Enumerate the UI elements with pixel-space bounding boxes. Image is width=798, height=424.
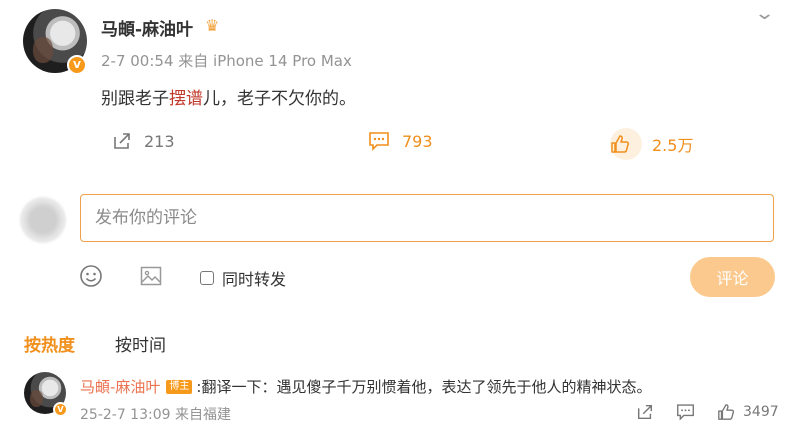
comment-reply-icon[interactable] [676, 403, 695, 421]
current-user-avatar [20, 197, 66, 243]
post-content: 别跟老子摆谱儿，老子不欠你的。 [101, 84, 356, 109]
tab-sort-time[interactable]: 按时间 [115, 331, 166, 356]
like-count: 2.5万 [652, 136, 694, 155]
comment-like-button[interactable]: 3497 [717, 403, 779, 421]
comment-button[interactable]: 793 [368, 131, 433, 151]
comment-input[interactable] [80, 194, 774, 242]
repost-count: 213 [144, 131, 175, 151]
comment-repost-icon[interactable] [636, 403, 654, 421]
post-content-highlight[interactable]: 摆谱 [169, 89, 203, 109]
verified-icon: V [67, 55, 87, 75]
comment-meta: 25-2-7 13:09 来自福建 [80, 407, 231, 423]
comment-actions: 3497 [636, 403, 779, 421]
like-icon [718, 404, 735, 420]
post-content-text-end: 儿，老子不欠你的。 [203, 89, 356, 109]
author-tag-badge: 博主 [166, 379, 193, 394]
author-name[interactable]: 马頔-麻油叶 [101, 15, 193, 40]
comment-count: 793 [402, 131, 433, 151]
image-icon[interactable] [139, 264, 163, 292]
repost-button[interactable]: 213 [112, 131, 175, 151]
comment-author[interactable]: 马頔-麻油叶 [80, 376, 160, 397]
verified-icon: V [53, 402, 68, 417]
chevron-down-icon[interactable]: ⌄ [754, 3, 775, 24]
like-button[interactable]: 2.5万 [610, 128, 693, 160]
checkbox-icon[interactable] [200, 271, 214, 285]
repost-icon [114, 133, 130, 149]
comment-icon [369, 132, 389, 151]
sync-repost-checkbox[interactable]: 同时转发 [200, 266, 286, 290]
post-content-text: 别跟老子 [101, 89, 169, 109]
comment-like-count: 3497 [743, 404, 779, 420]
sync-repost-label: 同时转发 [222, 270, 287, 289]
like-icon [610, 128, 642, 160]
crown-icon: ♛ [205, 16, 220, 35]
tab-sort-hot[interactable]: 按热度 [24, 331, 75, 356]
post-meta: 2-7 00:54 来自 iPhone 14 Pro Max [101, 52, 352, 70]
comment-text: :翻译一下：遇见傻子千万别惯着他，表达了领先于他人的精神状态。 [196, 378, 652, 396]
emoji-icon[interactable] [79, 264, 103, 292]
submit-comment-button[interactable]: 评论 [690, 257, 775, 297]
comment-body: 马頔-麻油叶 博主 :翻译一下：遇见傻子千万别惯着他，表达了领先于他人的精神状态… [80, 376, 651, 397]
